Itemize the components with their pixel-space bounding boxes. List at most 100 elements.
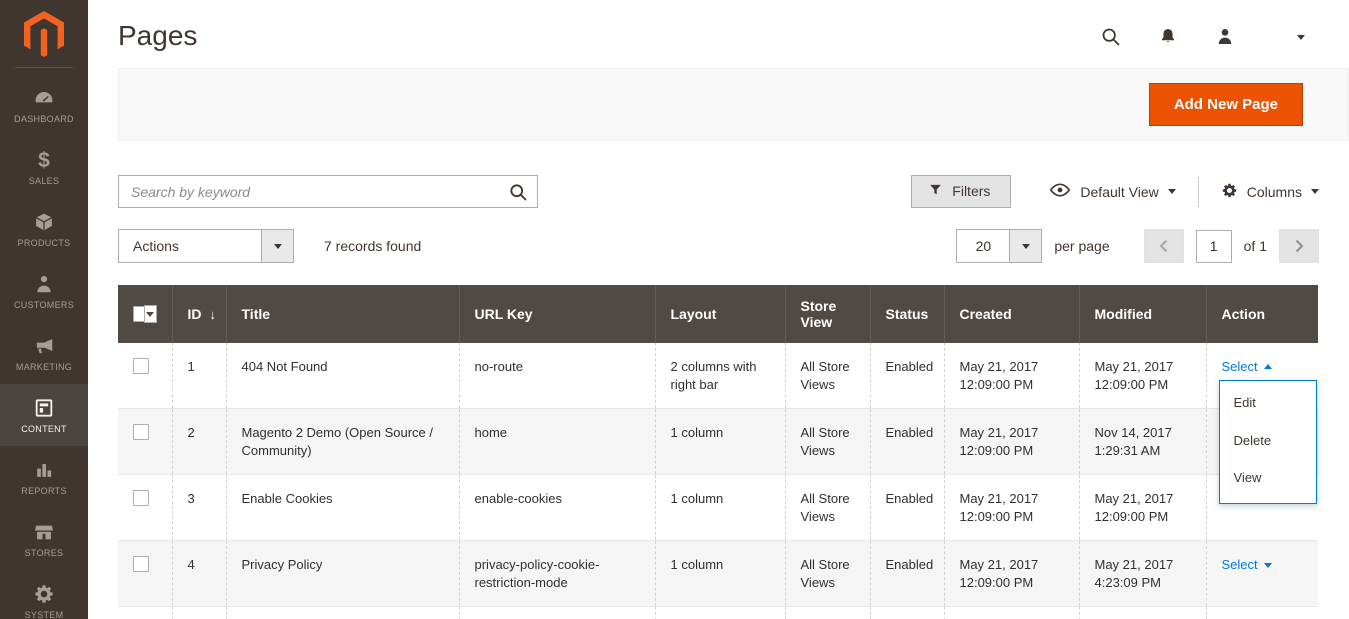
cell-url-key: enable-cookies bbox=[458, 474, 655, 542]
view-selector[interactable]: Default View bbox=[1049, 182, 1176, 201]
cell-url-key: privacy-policy-cookie-restriction-mode bbox=[458, 540, 655, 608]
filter-funnel-icon bbox=[928, 182, 943, 200]
row-checkbox[interactable] bbox=[133, 424, 149, 441]
sidebar-item-content[interactable]: CONTENT bbox=[0, 384, 88, 446]
mass-actions: Actions 7 records found bbox=[118, 229, 421, 263]
gear-icon bbox=[1221, 182, 1238, 202]
row-checkbox[interactable] bbox=[133, 358, 149, 374]
row-action-select[interactable]: Select bbox=[1222, 358, 1272, 376]
column-header-id[interactable]: ID ↓ bbox=[171, 285, 226, 343]
cell-layout: 1 column bbox=[654, 540, 785, 608]
sidebar-item-stores[interactable]: STORES bbox=[0, 508, 88, 570]
cell-store-view: All Store Views bbox=[784, 343, 870, 410]
column-header-layout[interactable]: Layout bbox=[654, 285, 785, 343]
row-checkbox[interactable] bbox=[133, 556, 149, 573]
column-header-url-key[interactable]: URL Key bbox=[458, 285, 655, 343]
products-icon bbox=[32, 210, 56, 234]
cell-store-view: All Store Views bbox=[784, 606, 870, 619]
cell-title: 404 Not Found bbox=[225, 343, 459, 410]
column-header-store-view[interactable]: Store View bbox=[784, 285, 870, 343]
cell-modified: May 21, 2017 4:23:09 PM bbox=[1078, 540, 1206, 608]
columns-selector[interactable]: Columns bbox=[1221, 182, 1319, 202]
sidebar-item-reports[interactable]: REPORTS bbox=[0, 446, 88, 508]
column-header-created[interactable]: Created bbox=[943, 285, 1079, 343]
action-menu-item-edit[interactable]: Edit bbox=[1220, 384, 1316, 422]
cell-layout: 1 column bbox=[654, 474, 785, 542]
sidebar-item-label: CONTENT bbox=[21, 424, 67, 434]
per-page-value: 20 bbox=[975, 238, 992, 254]
sidebar-item-label: SALES bbox=[28, 176, 60, 186]
view-caret-icon bbox=[1167, 189, 1176, 194]
cell-modified: May 21, 2017 12:09:00 PM bbox=[1078, 474, 1206, 542]
cell-id: 1 bbox=[171, 343, 226, 410]
total-pages-label: of 1 bbox=[1243, 238, 1267, 254]
search-icon[interactable] bbox=[1100, 26, 1121, 47]
sidebar-item-label: DASHBOARD bbox=[14, 114, 74, 124]
sidebar-item-customers[interactable]: CUSTOMERS bbox=[0, 260, 88, 322]
next-page-button[interactable] bbox=[1279, 229, 1319, 263]
select-all-caret-icon[interactable] bbox=[144, 305, 157, 323]
sidebar-item-dashboard[interactable]: DASHBOARD bbox=[0, 74, 88, 136]
cell-modified: Nov 14, 2017 1:29:31 AM bbox=[1078, 408, 1206, 476]
sidebar-item-label: STORES bbox=[24, 548, 64, 558]
sidebar-item-products[interactable]: PRODUCTS bbox=[0, 198, 88, 260]
grid-controls: Actions 7 records found 20 per page of 1 bbox=[118, 229, 1319, 263]
cell-url-key: no-route bbox=[458, 343, 655, 410]
cell-status: Enabled bbox=[869, 474, 944, 542]
add-new-page-button[interactable]: Add New Page bbox=[1148, 83, 1303, 126]
actions-dropdown[interactable]: Actions bbox=[118, 229, 294, 263]
table-row: 2 Magento 2 Demo (Open Source / Communit… bbox=[118, 408, 1318, 476]
sidebar: DASHBOARD $ SALES PRODUCTS CUSTOMERS MAR… bbox=[0, 0, 88, 619]
sort-desc-icon: ↓ bbox=[209, 307, 217, 322]
actions-dropdown-value: Actions bbox=[133, 238, 179, 254]
pagination: 20 per page of 1 bbox=[956, 229, 1319, 263]
toolbar-right: Filters Default View Columns bbox=[911, 175, 1319, 208]
row-checkbox[interactable] bbox=[133, 490, 149, 507]
filters-button[interactable]: Filters bbox=[911, 175, 1012, 208]
reports-icon bbox=[32, 458, 56, 482]
cell-status: Enabled bbox=[869, 408, 944, 476]
sidebar-item-label: SYSTEM bbox=[24, 610, 64, 619]
cell-modified: May 21, 2017 12:09:00 PM bbox=[1078, 343, 1206, 410]
sidebar-item-sales[interactable]: $ SALES bbox=[0, 136, 88, 198]
search-submit-icon[interactable] bbox=[506, 180, 530, 207]
logo-divider bbox=[15, 67, 73, 68]
sidebar-item-marketing[interactable]: MARKETING bbox=[0, 322, 88, 384]
toolbar-divider bbox=[1197, 176, 1199, 207]
search-input[interactable] bbox=[118, 175, 538, 208]
current-page-input[interactable] bbox=[1195, 229, 1232, 263]
filters-label: Filters bbox=[952, 183, 991, 199]
cell-id: 2 bbox=[171, 408, 226, 476]
cell-created: May 21, 2017 12:09:00 PM bbox=[943, 474, 1079, 542]
cell-status: Enabled bbox=[869, 343, 944, 410]
actions-caret-icon bbox=[261, 230, 293, 262]
sidebar-item-label: CUSTOMERS bbox=[13, 300, 75, 310]
magento-admin: DASHBOARD $ SALES PRODUCTS CUSTOMERS MAR… bbox=[0, 0, 1349, 619]
user-account-icon[interactable] bbox=[1215, 26, 1235, 47]
account-menu-caret-icon[interactable] bbox=[1297, 27, 1305, 45]
column-header-title[interactable]: Title bbox=[225, 285, 459, 343]
header-actions bbox=[1100, 26, 1305, 47]
sidebar-item-system[interactable]: SYSTEM bbox=[0, 570, 88, 619]
previous-page-button[interactable] bbox=[1143, 229, 1184, 263]
notifications-icon[interactable] bbox=[1158, 26, 1178, 47]
column-header-action: Action bbox=[1205, 285, 1318, 343]
cell-store-view: All Store Views bbox=[784, 408, 870, 476]
cell-layout: 1 column bbox=[654, 408, 785, 476]
cell-layout: 2 columns with right bar bbox=[654, 343, 785, 410]
row-action-menu: Edit Delete View bbox=[1218, 380, 1317, 504]
table-row: 1 404 Not Found no-route 2 columns with … bbox=[118, 343, 1318, 504]
action-menu-item-view[interactable]: View bbox=[1220, 459, 1316, 497]
column-header-modified[interactable]: Modified bbox=[1078, 285, 1206, 343]
table-row: 3 Enable Cookies enable-cookies 1 column… bbox=[118, 474, 1318, 542]
row-action-select[interactable]: Select bbox=[1222, 556, 1272, 574]
grid-header-row: ID ↓ Title URL Key Layout Store View Stat… bbox=[118, 285, 1318, 343]
cell-created: May 21, 2017 bbox=[943, 606, 1079, 619]
cell-id: 4 bbox=[171, 540, 226, 608]
magento-logo[interactable] bbox=[0, 0, 88, 65]
column-header-status[interactable]: Status bbox=[869, 285, 944, 343]
cell-modified: May 21, 2017 bbox=[1078, 606, 1206, 619]
cell-url-key: home bbox=[458, 408, 655, 476]
per-page-dropdown[interactable]: 20 bbox=[956, 229, 1043, 263]
action-menu-item-delete[interactable]: Delete bbox=[1220, 422, 1316, 460]
